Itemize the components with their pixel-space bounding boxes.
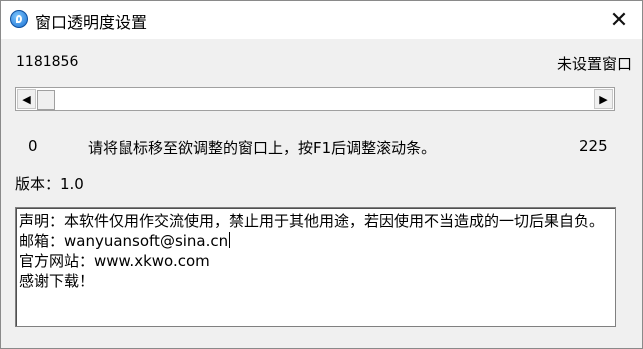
info-textbox[interactable]: 声明：本软件仅用作交流使用，禁止用于其他用途，若因使用不当造成的一切后果自负。 …	[15, 207, 616, 327]
close-button[interactable]: ✕	[596, 1, 642, 39]
slider-max-label: 225	[579, 137, 608, 155]
email-text: 邮箱：wanyuansoft@sina.cn	[19, 232, 229, 250]
instruction-text: 请将鼠标移至欲调整的窗口上，按F1后调整滚动条。	[88, 139, 437, 157]
scroll-left-button[interactable]: ◀	[17, 89, 36, 109]
scroll-track[interactable]	[37, 89, 593, 110]
slider-min-label: 0	[28, 137, 38, 155]
window-handle-value: 1181856	[16, 54, 79, 70]
transparency-settings-window: 窗口透明度设置 ✕ 1181856 未设置窗口 ◀ ▶ 0 请将鼠标移至欲调整的…	[0, 0, 643, 349]
disclaimer-text: 声明：本软件仅用作交流使用，禁止用于其他用途，若因使用不当造成的一切后果自负。	[19, 212, 605, 230]
thanks-text: 感谢下载！	[19, 272, 95, 290]
website-text: 官方网站：www.xkwo.com	[19, 252, 210, 270]
window-title: 窗口透明度设置	[35, 13, 148, 32]
arrow-left-icon: ◀	[22, 92, 31, 106]
scroll-thumb[interactable]	[37, 90, 55, 110]
scroll-right-button[interactable]: ▶	[594, 89, 613, 109]
target-window-status: 未设置窗口	[556, 55, 632, 73]
title-bar[interactable]: 窗口透明度设置 ✕	[1, 1, 642, 39]
transparency-scrollbar[interactable]: ◀ ▶	[15, 87, 615, 111]
text-caret	[229, 232, 231, 248]
close-icon: ✕	[609, 7, 629, 33]
app-logo-icon	[10, 10, 28, 28]
arrow-right-icon: ▶	[599, 92, 608, 106]
version-label: 版本：1.0	[15, 175, 84, 193]
